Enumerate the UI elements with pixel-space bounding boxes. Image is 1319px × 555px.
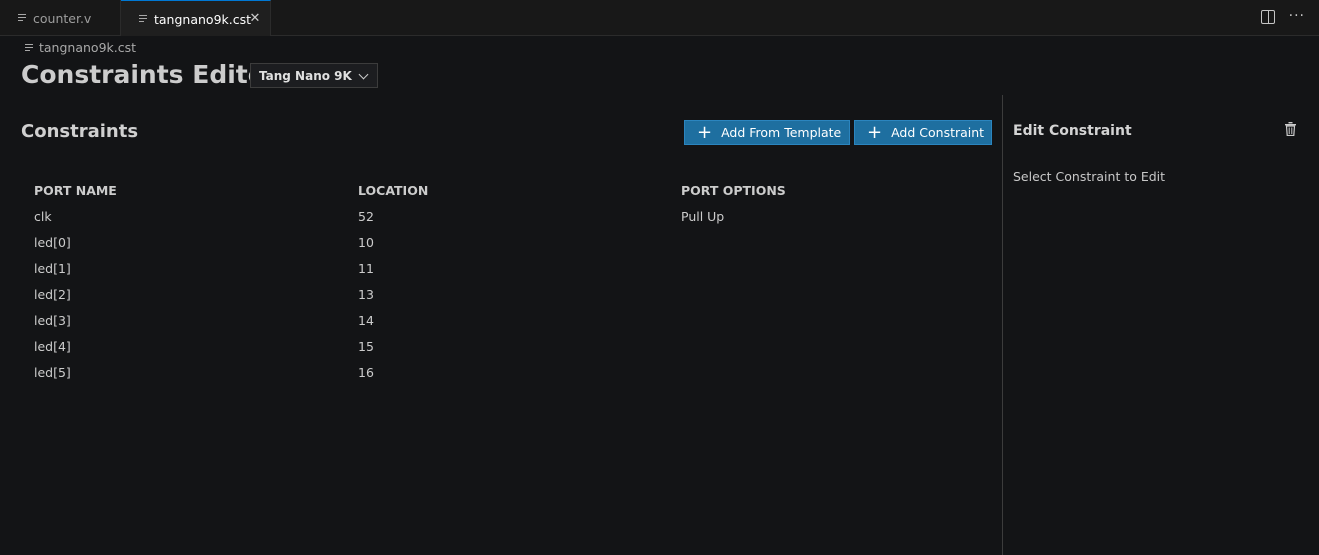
port-options-cell: Pull Up bbox=[681, 209, 725, 224]
port-name-cell: led[1] bbox=[34, 261, 71, 276]
file-lines-icon bbox=[139, 15, 147, 23]
location-cell: 15 bbox=[358, 339, 374, 354]
tab-label: tangnano9k.cst bbox=[154, 11, 252, 27]
trash-icon[interactable] bbox=[1285, 122, 1296, 136]
location-cell: 11 bbox=[358, 261, 374, 276]
close-icon[interactable]: ✕ bbox=[248, 12, 262, 26]
port-name-cell: clk bbox=[34, 209, 52, 224]
location-cell: 10 bbox=[358, 235, 374, 250]
port-name-cell: led[3] bbox=[34, 313, 71, 328]
board-select-value: Tang Nano 9K bbox=[259, 68, 352, 83]
edit-constraint-title: Edit Constraint bbox=[1013, 123, 1132, 139]
table-row[interactable]: led[5] 16 bbox=[34, 365, 994, 391]
add-constraint-label: Add Constraint bbox=[891, 125, 985, 140]
column-header-port-options: PORT OPTIONS bbox=[681, 183, 786, 198]
table-row[interactable]: led[3] 14 bbox=[34, 313, 994, 339]
location-cell: 52 bbox=[358, 209, 374, 224]
port-name-cell: led[5] bbox=[34, 365, 71, 380]
page-title: Constraints Editor bbox=[21, 60, 278, 89]
port-name-cell: led[0] bbox=[34, 235, 71, 250]
add-constraint-button[interactable]: + Add Constraint bbox=[854, 120, 992, 145]
select-constraint-hint: Select Constraint to Edit bbox=[1013, 169, 1166, 184]
column-header-location: LOCATION bbox=[358, 183, 429, 198]
plus-icon: + bbox=[697, 121, 713, 143]
editor-actions: ··· bbox=[1260, 9, 1305, 24]
tab-tangnano9k-cst[interactable]: tangnano9k.cst ✕ bbox=[121, 0, 271, 37]
column-header-port-name: PORT NAME bbox=[34, 183, 117, 198]
plus-icon: + bbox=[867, 121, 883, 143]
panel-divider[interactable] bbox=[1002, 95, 1003, 555]
add-from-template-button[interactable]: + Add From Template bbox=[684, 120, 850, 145]
file-lines-icon bbox=[18, 14, 26, 22]
chevron-down-icon bbox=[358, 69, 369, 80]
table-row[interactable]: clk 52 Pull Up bbox=[34, 209, 994, 235]
breadcrumb-label: tangnano9k.cst bbox=[39, 40, 137, 55]
port-name-cell: led[4] bbox=[34, 339, 71, 354]
location-cell: 14 bbox=[358, 313, 374, 328]
add-from-template-label: Add From Template bbox=[721, 125, 842, 140]
location-cell: 16 bbox=[358, 365, 374, 380]
location-cell: 13 bbox=[358, 287, 374, 302]
port-name-cell: led[2] bbox=[34, 287, 71, 302]
table-row[interactable]: led[4] 15 bbox=[34, 339, 994, 365]
constraints-section-title: Constraints bbox=[21, 121, 139, 142]
table-row[interactable]: led[1] 11 bbox=[34, 261, 994, 287]
table-row[interactable]: led[0] 10 bbox=[34, 235, 994, 261]
tab-label: counter.v bbox=[33, 10, 92, 26]
tab-bar: counter.v tangnano9k.cst ✕ ··· bbox=[0, 0, 1319, 37]
table-row[interactable]: led[2] 13 bbox=[34, 287, 994, 313]
split-editor-icon[interactable] bbox=[1260, 10, 1275, 24]
constraints-editor-view: tangnano9k.cst Constraints Editor Tang N… bbox=[0, 36, 1319, 555]
board-select[interactable]: Tang Nano 9K bbox=[250, 63, 378, 88]
breadcrumb[interactable]: tangnano9k.cst bbox=[25, 40, 136, 55]
more-actions-icon[interactable]: ··· bbox=[1289, 9, 1305, 24]
file-lines-icon bbox=[25, 43, 33, 52]
tab-counter-v[interactable]: counter.v bbox=[0, 0, 121, 36]
